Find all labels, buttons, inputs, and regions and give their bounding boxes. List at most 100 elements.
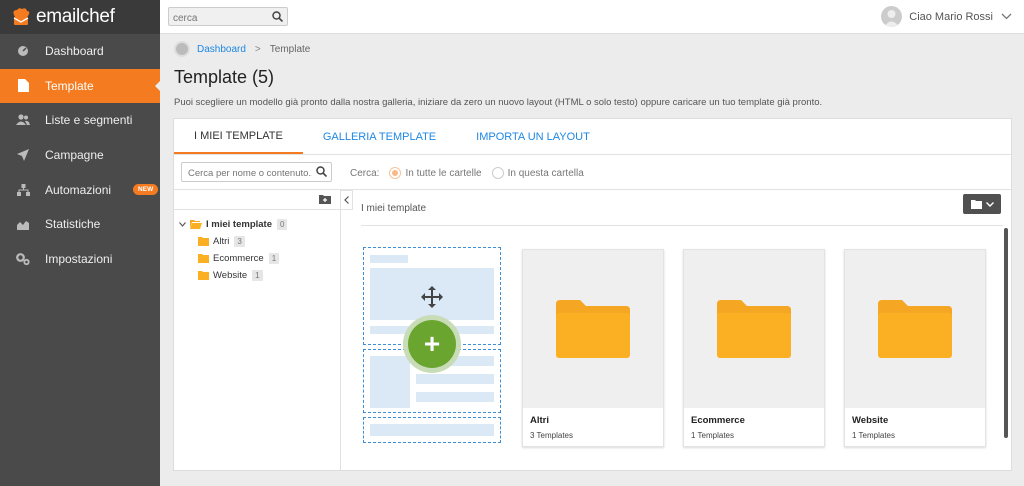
search-scope: Cerca: In tutte le cartelle In questa ca… xyxy=(350,167,584,179)
sidebar-item-label: Dashboard xyxy=(45,44,104,59)
chevron-down-icon[interactable] xyxy=(179,222,186,227)
radio-this-folder[interactable] xyxy=(491,167,504,179)
sidebar-item-dashboard[interactable]: Dashboard xyxy=(0,34,160,69)
templates-panel: I MIEI TEMPLATE GALLERIA TEMPLATE IMPORT… xyxy=(173,118,1012,471)
document-icon xyxy=(16,79,30,93)
template-search-input[interactable] xyxy=(182,164,312,183)
tree-count: 0 xyxy=(277,219,288,230)
new-badge: NEW xyxy=(133,184,159,196)
folder-name: Ecommerce xyxy=(691,415,745,426)
sidebar-item-label: Template xyxy=(45,78,94,93)
filter-row: Cerca: In tutte le cartelle In questa ca… xyxy=(174,155,1011,190)
folder-card-ecommerce[interactable]: Ecommerce 1 Templates xyxy=(683,249,825,447)
search-scope-label: Cerca: xyxy=(350,167,380,179)
folder-open-icon xyxy=(190,220,202,229)
sidebar-item-label: Statistiche xyxy=(45,217,101,232)
radio-all-folders[interactable] xyxy=(389,167,402,179)
search-icon[interactable] xyxy=(272,11,283,22)
folder-icon xyxy=(198,237,209,246)
sidebar-item-label: Impostazioni xyxy=(45,251,113,266)
tree-root-label: I miei template xyxy=(206,219,272,230)
template-content: I miei template + Altri 3 Templates Ecom… xyxy=(353,190,1011,470)
page-title: Template (5) xyxy=(174,67,275,87)
folder-icon xyxy=(717,300,791,358)
chevron-left-icon xyxy=(344,196,349,204)
sidebar-item-automazioni[interactable]: Automazioni NEW xyxy=(0,172,160,207)
sidebar-item-label: Campagne xyxy=(45,148,104,163)
global-search-input[interactable] xyxy=(169,10,265,27)
tab-i-miei-template[interactable]: I MIEI TEMPLATE xyxy=(174,119,303,154)
folder-icon xyxy=(198,254,209,263)
tree-root[interactable]: I miei template 0 xyxy=(179,216,340,233)
folder-card-website[interactable]: Website 1 Templates xyxy=(844,249,986,447)
folder-tree: I miei template 0 Altri 3 Ecommerce 1 We… xyxy=(174,190,341,470)
current-folder-label: I miei template xyxy=(361,203,427,214)
tree-count: 1 xyxy=(268,253,280,264)
tab-galleria-template[interactable]: GALLERIA TEMPLATE xyxy=(303,119,456,154)
radio-this-folder-label: In questa cartella xyxy=(507,167,584,179)
radio-all-folders-label: In tutte le cartelle xyxy=(405,167,482,179)
folder-thumbnail xyxy=(684,250,824,408)
tree-item-label: Ecommerce xyxy=(213,253,264,264)
sidebar: emailchef Dashboard Template Liste e seg… xyxy=(0,0,161,486)
sidebar-item-impostazioni[interactable]: Impostazioni xyxy=(0,242,160,277)
sidebar-item-statistiche[interactable]: Statistiche xyxy=(0,207,160,242)
automation-icon xyxy=(16,183,30,197)
user-menu[interactable]: Ciao Mario Rossi xyxy=(881,6,1012,27)
user-greeting: Ciao Mario Rossi xyxy=(909,10,993,23)
folder-thumbnail xyxy=(523,250,663,408)
folder-icon xyxy=(198,271,209,280)
sidebar-item-label: Automazioni xyxy=(45,182,112,197)
breadcrumb-dashboard-link[interactable]: Dashboard xyxy=(197,44,246,55)
dashboard-icon xyxy=(16,44,30,58)
folder-count: 3 Templates xyxy=(530,431,573,440)
topbar: Ciao Mario Rossi xyxy=(160,0,1024,34)
folder-name: Altri xyxy=(530,415,549,426)
tree-item-ecommerce[interactable]: Ecommerce 1 xyxy=(198,250,340,267)
tab-bar: I MIEI TEMPLATE GALLERIA TEMPLATE IMPORT… xyxy=(174,119,1011,155)
tree-item-website[interactable]: Website 1 xyxy=(198,267,340,284)
folder-icon xyxy=(878,300,952,358)
search-icon[interactable] xyxy=(316,166,327,177)
gears-icon xyxy=(16,252,30,266)
folder-actions-button[interactable] xyxy=(963,194,1001,214)
tab-importa-layout[interactable]: IMPORTA UN LAYOUT xyxy=(456,119,610,154)
chef-hat-logo-icon xyxy=(13,8,30,25)
folder-card-altri[interactable]: Altri 3 Templates xyxy=(522,249,664,447)
collapse-tree-button[interactable] xyxy=(341,190,353,210)
send-icon xyxy=(16,148,30,162)
folder-icon xyxy=(556,300,630,358)
move-icon xyxy=(421,286,443,308)
template-search xyxy=(181,162,332,183)
breadcrumb-separator: > xyxy=(254,43,261,55)
new-folder-icon[interactable] xyxy=(319,194,331,204)
sidebar-item-liste[interactable]: Liste e segmenti xyxy=(0,103,160,138)
users-icon xyxy=(16,113,30,127)
logo[interactable]: emailchef xyxy=(0,0,160,34)
tree-item-altri[interactable]: Altri 3 xyxy=(198,233,340,250)
plus-icon: + xyxy=(408,320,456,368)
avatar xyxy=(881,6,903,27)
sidebar-item-template[interactable]: Template xyxy=(0,68,161,104)
sidebar-item-campagne[interactable]: Campagne xyxy=(0,138,160,173)
tree-item-label: Website xyxy=(213,270,248,281)
add-template-button[interactable]: + xyxy=(403,315,461,373)
tree-count: 3 xyxy=(234,236,245,247)
folder-count: 1 Templates xyxy=(852,431,895,440)
logo-text: emailchef xyxy=(36,6,115,27)
folder-count: 1 Templates xyxy=(691,431,734,440)
chevron-down-icon xyxy=(985,201,994,207)
scrollbar[interactable] xyxy=(1004,228,1008,438)
content-header: I miei template xyxy=(361,190,1003,226)
sidebar-item-label: Liste e segmenti xyxy=(45,113,133,128)
chart-icon xyxy=(16,217,30,231)
tree-count: 1 xyxy=(252,270,263,281)
page-description: Puoi scegliere un modello già pronto dal… xyxy=(174,97,823,108)
breadcrumb: Dashboard > Template xyxy=(174,41,310,57)
home-icon[interactable] xyxy=(174,41,190,57)
breadcrumb-current: Template xyxy=(269,43,311,55)
chevron-down-icon xyxy=(1001,13,1012,20)
layout-block-bottom xyxy=(363,417,501,443)
new-template-card[interactable]: + xyxy=(363,247,501,443)
folder-thumbnail xyxy=(845,250,985,408)
